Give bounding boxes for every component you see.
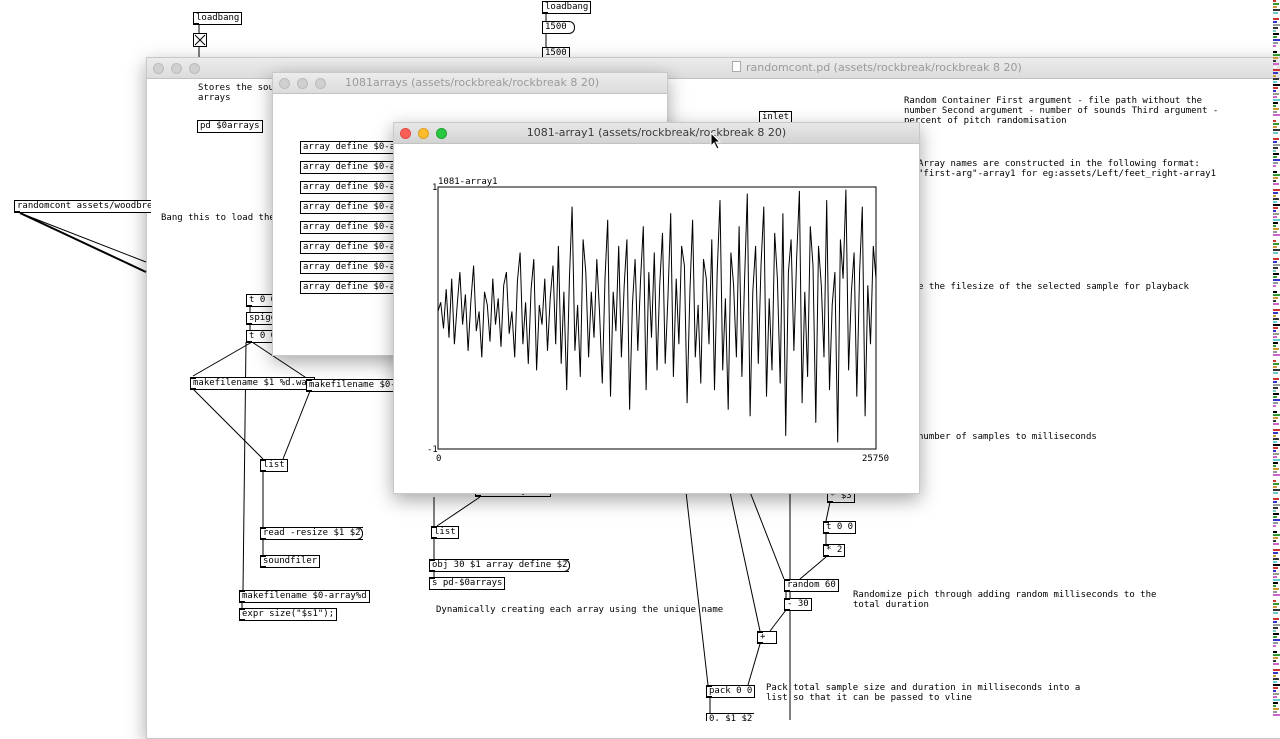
multiply-2-object[interactable]: * 2 (823, 544, 846, 557)
array-define-object[interactable]: array define $0-ar (300, 261, 403, 274)
arrays-titlebar[interactable]: 1081arrays (assets/rockbreak/rockbreak 8… (273, 73, 667, 94)
makefilename-array[interactable]: makefilename $0-a (306, 379, 399, 392)
minus-30-object[interactable]: - 30 (784, 598, 812, 611)
samples-comment: number of samples to milliseconds (918, 432, 1097, 442)
array-define-object[interactable]: array define $0-ar (300, 201, 403, 214)
expr-size-object[interactable]: expr size("$s1"); (239, 608, 338, 621)
array-define-object[interactable]: array define $0-ar (300, 241, 403, 254)
y-max-label: 1 (432, 183, 437, 193)
pack-object[interactable]: pack 0 0 (706, 685, 756, 698)
makefilename-array-d[interactable]: makefilename $0-array%d (239, 590, 370, 603)
list-object-2[interactable]: list (431, 526, 459, 539)
bang-comment: Bang this to load the (161, 213, 275, 223)
minimize-button[interactable] (418, 128, 429, 139)
trigger-object-3[interactable]: t 0 0 (823, 521, 857, 534)
screen-edge-artifact (1273, 0, 1280, 720)
list-object-1[interactable]: list (260, 459, 288, 472)
array-define-object[interactable]: array define $0-ar (300, 281, 403, 294)
x-min-label: 0 (436, 454, 441, 464)
array-define-object[interactable]: array define $0-ar (300, 181, 403, 194)
zoom-button[interactable] (436, 128, 447, 139)
pd-arrays-object[interactable]: pd $0arrays (197, 120, 263, 133)
array-graph-window[interactable]: 1081-array1 (assets/rockbreak/rockbreak … (393, 122, 920, 494)
array-define-object[interactable]: array define $0-ar (300, 141, 403, 154)
window-title: 1081arrays (assets/rockbreak/rockbreak 8… (345, 76, 600, 89)
randomize-comment: Randomize pich through adding random mil… (853, 590, 1157, 610)
array-define-object[interactable]: array define $0-ar (300, 161, 403, 174)
array-names-comment: Array names are constructed in the follo… (918, 159, 1217, 179)
obj-message[interactable]: obj 30 $1 array define $2 (429, 559, 570, 572)
zoom-button[interactable] (315, 78, 326, 89)
filesize-comment: e the filesize of the selected sample fo… (918, 282, 1189, 292)
description-comment: Random Container First argument - file p… (904, 96, 1219, 126)
send-arrays-object[interactable]: s pd-$0arrays (429, 577, 506, 590)
dynamic-comment: Dynamically creating each array using th… (436, 605, 724, 615)
makefilename-wav[interactable]: makefilename $1 %d.wav (190, 377, 316, 390)
pack-comment: Pack total sample size and duration in m… (766, 683, 1081, 703)
array-graph[interactable]: 1081-array11-10 25750 (394, 144, 919, 493)
mouse-cursor-icon (710, 132, 722, 150)
soundfiler-object[interactable]: soundfiler (260, 555, 321, 568)
window-title: 1081-array1 (assets/rockbreak/rockbreak … (526, 126, 787, 139)
stores-comment: Stores the sou arrays (198, 83, 274, 103)
x-max-label: 25750 (862, 454, 889, 464)
array-define-object[interactable]: array define $0-ar (300, 221, 403, 234)
graph-title: 1081-array1 (438, 177, 498, 187)
array-graph-titlebar[interactable]: 1081-array1 (assets/rockbreak/rockbreak … (394, 123, 919, 144)
read-resize-message[interactable]: read -resize $1 $2 (260, 527, 363, 540)
random-60-object[interactable]: random 60 (784, 579, 839, 592)
randomcont-object[interactable]: randomcont assets/woodbre (14, 200, 151, 213)
minimize-button[interactable] (297, 78, 308, 89)
close-button[interactable] (279, 78, 290, 89)
close-button[interactable] (400, 128, 411, 139)
plus-object[interactable]: + (757, 631, 777, 644)
